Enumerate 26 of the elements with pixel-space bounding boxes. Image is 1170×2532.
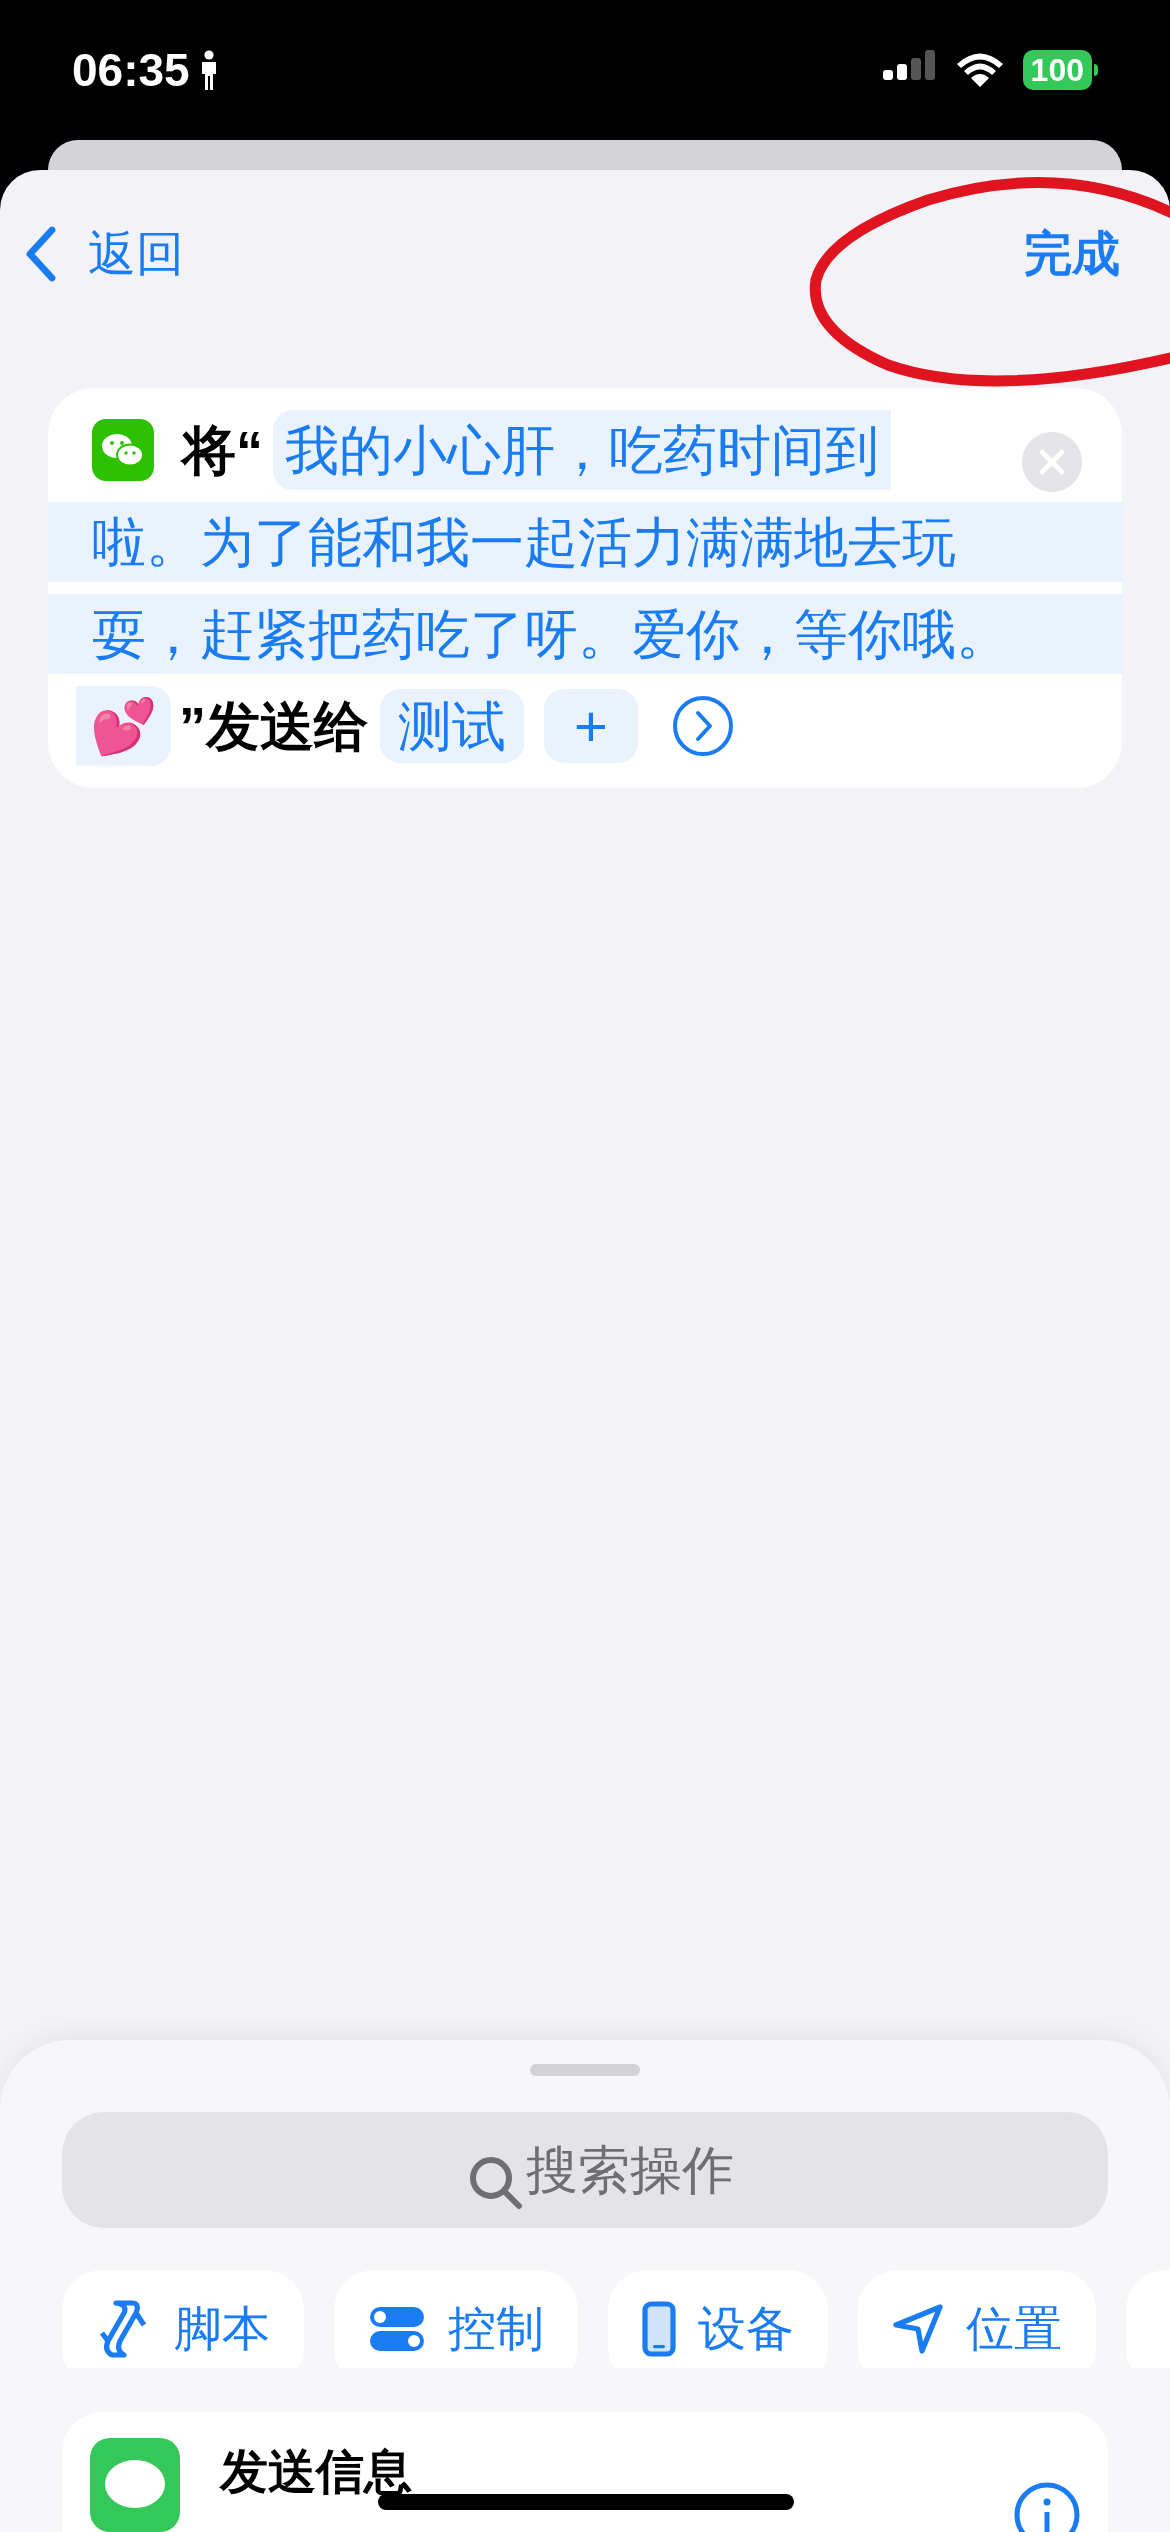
action-text: 将“ xyxy=(182,419,263,482)
category-chip[interactable]: 位置 xyxy=(858,2269,1096,2368)
category-chip[interactable]: 脚本 xyxy=(62,2269,304,2368)
phone-icon xyxy=(642,2300,676,2357)
chevron-circle-icon[interactable] xyxy=(671,695,734,757)
close-icon[interactable] xyxy=(1022,432,1082,492)
person-icon xyxy=(199,50,218,90)
add-button[interactable]: + xyxy=(544,689,638,763)
chevron-left-icon xyxy=(26,226,58,282)
recipient-variable[interactable]: 测试 xyxy=(380,689,524,763)
grabber-handle[interactable] xyxy=(530,2064,640,2076)
info-icon[interactable] xyxy=(1014,2482,1080,2532)
category-chip[interactable]: 控制 xyxy=(334,2269,578,2368)
search-field[interactable]: 搜索操作 xyxy=(62,2111,1108,2228)
done-button[interactable]: 完成 xyxy=(1024,218,1144,290)
message-bubble-icon xyxy=(90,2438,180,2532)
action-text: ”发送给 xyxy=(179,695,368,758)
status-time: 06:35 xyxy=(72,42,190,98)
chat-app-icon xyxy=(92,419,154,481)
action-title: 发送信息 xyxy=(220,2444,412,2500)
back-button[interactable]: 返回 xyxy=(26,218,184,290)
toggle-switches-icon xyxy=(368,2304,426,2353)
location-arrow-icon xyxy=(892,2302,944,2355)
emoji-variable[interactable]: 💕 xyxy=(76,686,171,766)
action-row[interactable]: 发送信息 xyxy=(62,2412,1108,2532)
category-chip[interactable]: 设备 xyxy=(608,2269,828,2368)
